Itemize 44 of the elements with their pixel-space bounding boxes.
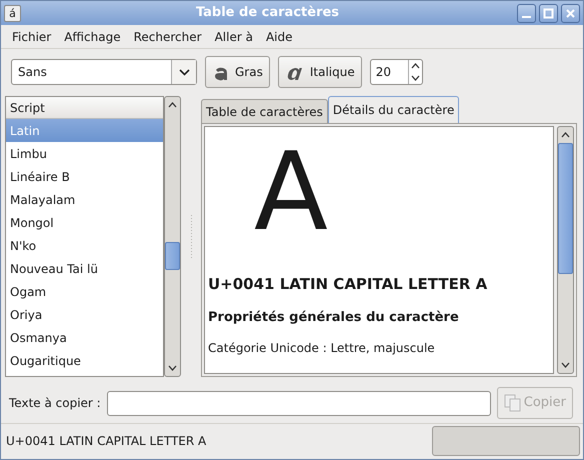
- section-heading: Propriétés générales du caractère: [208, 308, 460, 326]
- character-name: U+0041 LATIN CAPITAL LETTER A: [208, 274, 488, 295]
- list-item[interactable]: Mongol: [6, 211, 163, 234]
- list-item[interactable]: Limbu: [6, 142, 163, 165]
- window-title: Table de caractères: [194, 4, 340, 22]
- field-label: Texte à copier :: [9, 395, 101, 412]
- minimize-icon: [522, 16, 531, 18]
- minimize-button[interactable]: [517, 4, 536, 22]
- list-item[interactable]: Oriya: [6, 303, 163, 326]
- scrollbar-thumb[interactable]: [558, 143, 573, 274]
- list-item[interactable]: Ougaritique: [6, 349, 163, 372]
- maximize-icon: [543, 8, 554, 18]
- tab[interactable]: Détails du caractère: [328, 96, 460, 123]
- list-item[interactable]: Linéaire B: [6, 165, 163, 188]
- list-item[interactable]: Nouveau Tai lü: [6, 257, 163, 280]
- bold-button[interactable]: Gras: [205, 56, 270, 88]
- size-spinner[interactable]: 20: [370, 59, 423, 85]
- list-item[interactable]: Ogam: [6, 280, 163, 303]
- menu-item[interactable]: Aide: [260, 28, 300, 46]
- menu-item[interactable]: Rechercher: [128, 28, 209, 46]
- text-field[interactable]: [106, 390, 491, 416]
- character-glyph: A: [253, 129, 329, 257]
- list-item[interactable]: N'ko: [6, 234, 163, 257]
- caret-icon: [178, 68, 190, 76]
- tab[interactable]: Table de caractères: [201, 99, 328, 123]
- font-dropdown[interactable]: Sans: [11, 59, 197, 85]
- scrollbar[interactable]: [164, 96, 181, 377]
- list-item[interactable]: Osmanya: [6, 326, 163, 349]
- pane-handle[interactable]: [190, 214, 192, 258]
- italic-button[interactable]: Italique: [278, 56, 362, 88]
- scrollbar[interactable]: [557, 126, 574, 374]
- menu-item[interactable]: Aller à: [208, 28, 260, 46]
- list-item[interactable]: Malayalam: [6, 188, 163, 211]
- menu-item[interactable]: Fichier: [6, 28, 58, 46]
- close-icon: [565, 8, 576, 18]
- close-button[interactable]: [561, 4, 580, 22]
- copy-icon: [504, 394, 521, 412]
- app-icon: á: [4, 4, 21, 22]
- property-line: Catégorie Unicode : Lettre, majuscule: [208, 340, 436, 357]
- menu-item[interactable]: Affichage: [58, 28, 128, 46]
- status-text: U+0041 LATIN CAPITAL LETTER A: [6, 432, 208, 450]
- scrollbar-thumb[interactable]: [165, 242, 180, 270]
- maximize-button[interactable]: [539, 4, 558, 22]
- column-header[interactable]: Script: [6, 97, 163, 119]
